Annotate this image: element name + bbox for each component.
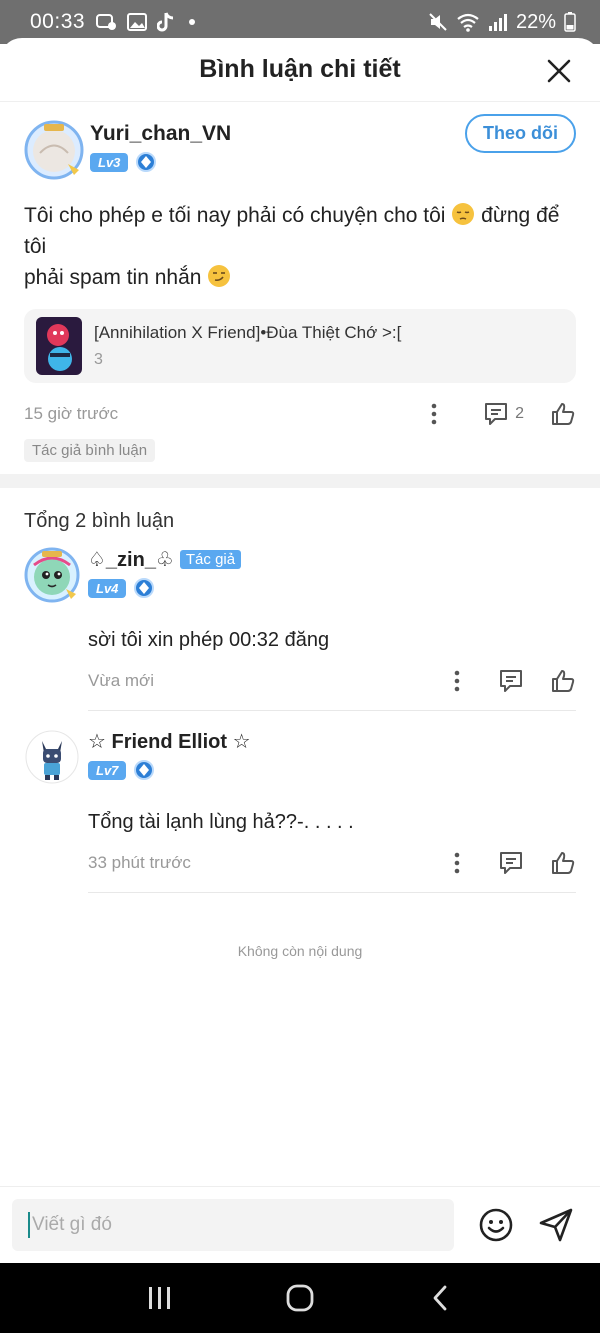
text-caret — [28, 1212, 30, 1238]
send-button[interactable] — [538, 1207, 574, 1243]
like-button[interactable] — [550, 401, 576, 427]
close-icon — [547, 59, 571, 83]
wifi-icon — [456, 12, 480, 32]
gem-icon — [136, 152, 157, 172]
reply-icon — [500, 670, 522, 692]
gem-icon — [134, 760, 155, 780]
more-icon — [454, 852, 460, 874]
smiley-icon — [479, 1208, 513, 1242]
more-icon — [454, 670, 460, 692]
section-divider — [0, 474, 600, 488]
username[interactable]: Yuri_chan_VN — [90, 122, 231, 146]
comment-author-tag: Tác giả bình luận — [24, 439, 156, 462]
reply-time: 33 phút trước — [88, 853, 191, 872]
level-badge: Lv7 — [88, 760, 127, 780]
reply-divider — [88, 892, 576, 893]
comment-detail-sheet: Bình luận chi tiết Yuri_chan_VN Lv3 Theo… — [0, 38, 600, 1263]
reply-button[interactable]: 2 — [483, 401, 524, 427]
pensive-face-icon — [451, 202, 475, 226]
status-time: 00:33 — [30, 10, 86, 33]
reply-item: ♤_zin_♧ Tác giả Lv4 sời tôi xin phép 00:… — [0, 547, 600, 711]
home-icon — [286, 1284, 314, 1312]
tiktok-icon — [157, 12, 175, 32]
input-placeholder: Viết gì đó — [32, 1214, 112, 1235]
follow-button[interactable]: Theo dõi — [465, 114, 576, 153]
reply-username[interactable]: ☆ Friend Elliot ☆ — [88, 729, 251, 754]
reply-button[interactable] — [498, 850, 524, 876]
recent-apps-button[interactable] — [140, 1278, 180, 1318]
reply-icon — [485, 403, 508, 425]
attachment-thumbnail — [36, 317, 82, 375]
more-options-button[interactable] — [419, 399, 449, 429]
author-tag: Tác giả — [179, 550, 242, 569]
thumbs-up-icon — [552, 852, 575, 874]
gallery-icon — [127, 12, 148, 32]
reply-item: ☆ Friend Elliot ☆ Lv7 Tổng tài lạnh lùng… — [0, 729, 600, 893]
reply-text: sời tôi xin phép 00:32 đăng — [88, 629, 330, 651]
page-title: Bình luận chi tiết — [199, 55, 401, 83]
attachment-card[interactable]: [Annihilation X Friend]•Đùa Thiệt Chớ >:… — [24, 309, 576, 383]
like-button[interactable] — [550, 668, 576, 694]
system-nav-bar — [0, 1263, 600, 1333]
gem-icon — [134, 578, 155, 598]
replies-count-header: Tổng 2 bình luận — [24, 510, 175, 532]
avatar[interactable] — [24, 729, 80, 785]
end-of-content-text: Không còn nội dung — [237, 943, 363, 959]
more-options-button[interactable] — [442, 848, 472, 878]
messenger-icon — [95, 12, 117, 32]
mute-icon — [428, 12, 448, 32]
main-comment-meta: 15 giờ trước 2 — [24, 399, 576, 429]
sheet-header: Bình luận chi tiết — [0, 38, 600, 102]
thumbs-up-icon — [552, 403, 575, 425]
more-options-button[interactable] — [442, 666, 472, 696]
avatar[interactable] — [24, 120, 84, 180]
reply-divider — [88, 710, 576, 711]
recent-apps-icon — [149, 1287, 170, 1309]
reply-button[interactable] — [498, 668, 524, 694]
reply-count: 2 — [515, 405, 524, 422]
comment-time: 15 giờ trước — [24, 404, 119, 423]
main-comment: Yuri_chan_VN Lv3 Theo dõi Tôi cho phép e… — [0, 102, 600, 462]
more-icon — [431, 403, 437, 425]
attachment-title: [Annihilation X Friend]•Đùa Thiệt Chớ >:… — [94, 323, 402, 342]
reply-username[interactable]: ♤_zin_♧ — [88, 547, 174, 572]
like-button[interactable] — [550, 850, 576, 876]
attachment-count: 3 — [94, 351, 103, 368]
comment-input-bar: Viết gì đó — [0, 1186, 600, 1263]
comment-text-part3: phải spam tin nhắn — [24, 266, 202, 289]
battery-icon — [564, 12, 576, 32]
avatar[interactable] — [24, 547, 80, 603]
home-button[interactable] — [280, 1278, 320, 1318]
send-icon — [539, 1208, 573, 1242]
back-icon — [433, 1285, 447, 1311]
back-button[interactable] — [420, 1278, 460, 1318]
signal-icon — [488, 12, 508, 32]
notification-dot-icon — [189, 19, 196, 25]
close-button[interactable] — [544, 56, 574, 86]
smirking-face-icon — [207, 264, 231, 288]
level-badge: Lv4 — [88, 578, 127, 598]
reply-text: Tổng tài lạnh lùng hả??-. . . . . — [88, 811, 354, 833]
battery-percent: 22% — [515, 10, 556, 33]
thumbs-up-icon — [552, 670, 575, 692]
reply-time: Vừa mới — [88, 671, 154, 690]
reply-icon — [500, 852, 522, 874]
comment-input[interactable]: Viết gì đó — [12, 1199, 454, 1251]
comment-text: Tôi cho phép e tối nay phải có chuyện ch… — [24, 200, 576, 293]
comment-text-part1: Tôi cho phép e tối nay phải có chuyện ch… — [24, 204, 446, 227]
level-badge: Lv3 — [90, 152, 129, 172]
emoji-button[interactable] — [478, 1207, 514, 1243]
